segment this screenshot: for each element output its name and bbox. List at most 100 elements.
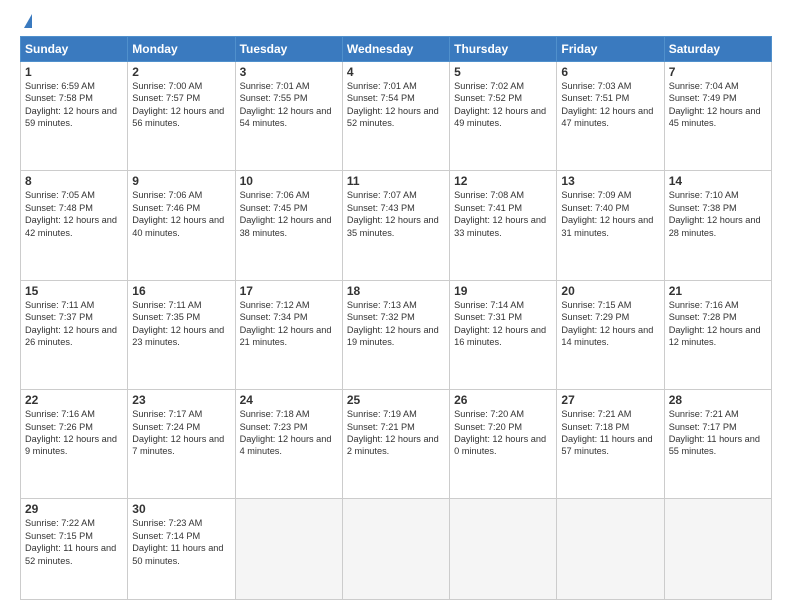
- day-number: 19: [454, 284, 552, 298]
- day-number: 13: [561, 174, 659, 188]
- day-number: 1: [25, 65, 123, 79]
- day-info: Sunrise: 7:11 AMSunset: 7:37 PMDaylight:…: [25, 299, 123, 349]
- day-info: Sunrise: 7:11 AMSunset: 7:35 PMDaylight:…: [132, 299, 230, 349]
- day-info: Sunrise: 7:21 AMSunset: 7:17 PMDaylight:…: [669, 408, 767, 458]
- calendar-cell: 30Sunrise: 7:23 AMSunset: 7:14 PMDayligh…: [128, 499, 235, 600]
- day-number: 14: [669, 174, 767, 188]
- day-info: Sunrise: 7:13 AMSunset: 7:32 PMDaylight:…: [347, 299, 445, 349]
- logo-text: [20, 16, 32, 28]
- day-number: 9: [132, 174, 230, 188]
- day-number: 6: [561, 65, 659, 79]
- col-header-friday: Friday: [557, 37, 664, 62]
- calendar-cell: 28Sunrise: 7:21 AMSunset: 7:17 PMDayligh…: [664, 390, 771, 499]
- day-number: 20: [561, 284, 659, 298]
- day-info: Sunrise: 7:03 AMSunset: 7:51 PMDaylight:…: [561, 80, 659, 130]
- day-info: Sunrise: 7:09 AMSunset: 7:40 PMDaylight:…: [561, 189, 659, 239]
- calendar-cell: 22Sunrise: 7:16 AMSunset: 7:26 PMDayligh…: [21, 390, 128, 499]
- calendar-cell: 18Sunrise: 7:13 AMSunset: 7:32 PMDayligh…: [342, 280, 449, 389]
- calendar-cell: 12Sunrise: 7:08 AMSunset: 7:41 PMDayligh…: [450, 171, 557, 280]
- calendar-cell: 6Sunrise: 7:03 AMSunset: 7:51 PMDaylight…: [557, 62, 664, 171]
- day-number: 23: [132, 393, 230, 407]
- calendar-cell: 20Sunrise: 7:15 AMSunset: 7:29 PMDayligh…: [557, 280, 664, 389]
- col-header-sunday: Sunday: [21, 37, 128, 62]
- day-info: Sunrise: 7:19 AMSunset: 7:21 PMDaylight:…: [347, 408, 445, 458]
- col-header-wednesday: Wednesday: [342, 37, 449, 62]
- day-number: 2: [132, 65, 230, 79]
- logo: [20, 16, 32, 26]
- calendar-cell: 24Sunrise: 7:18 AMSunset: 7:23 PMDayligh…: [235, 390, 342, 499]
- col-header-saturday: Saturday: [664, 37, 771, 62]
- day-number: 27: [561, 393, 659, 407]
- calendar-cell: 16Sunrise: 7:11 AMSunset: 7:35 PMDayligh…: [128, 280, 235, 389]
- day-info: Sunrise: 7:00 AMSunset: 7:57 PMDaylight:…: [132, 80, 230, 130]
- calendar-cell: [450, 499, 557, 600]
- calendar-cell: 27Sunrise: 7:21 AMSunset: 7:18 PMDayligh…: [557, 390, 664, 499]
- day-number: 21: [669, 284, 767, 298]
- calendar-cell: [664, 499, 771, 600]
- day-info: Sunrise: 7:01 AMSunset: 7:54 PMDaylight:…: [347, 80, 445, 130]
- calendar-week-row: 22Sunrise: 7:16 AMSunset: 7:26 PMDayligh…: [21, 390, 772, 499]
- calendar-cell: 1Sunrise: 6:59 AMSunset: 7:58 PMDaylight…: [21, 62, 128, 171]
- calendar-cell: [235, 499, 342, 600]
- calendar-cell: 21Sunrise: 7:16 AMSunset: 7:28 PMDayligh…: [664, 280, 771, 389]
- calendar-cell: 14Sunrise: 7:10 AMSunset: 7:38 PMDayligh…: [664, 171, 771, 280]
- day-info: Sunrise: 7:04 AMSunset: 7:49 PMDaylight:…: [669, 80, 767, 130]
- calendar-cell: 8Sunrise: 7:05 AMSunset: 7:48 PMDaylight…: [21, 171, 128, 280]
- col-header-tuesday: Tuesday: [235, 37, 342, 62]
- day-number: 16: [132, 284, 230, 298]
- calendar-cell: 4Sunrise: 7:01 AMSunset: 7:54 PMDaylight…: [342, 62, 449, 171]
- day-number: 7: [669, 65, 767, 79]
- calendar-cell: 19Sunrise: 7:14 AMSunset: 7:31 PMDayligh…: [450, 280, 557, 389]
- day-info: Sunrise: 7:14 AMSunset: 7:31 PMDaylight:…: [454, 299, 552, 349]
- day-number: 3: [240, 65, 338, 79]
- day-info: Sunrise: 7:17 AMSunset: 7:24 PMDaylight:…: [132, 408, 230, 458]
- day-info: Sunrise: 7:15 AMSunset: 7:29 PMDaylight:…: [561, 299, 659, 349]
- day-number: 24: [240, 393, 338, 407]
- day-info: Sunrise: 7:23 AMSunset: 7:14 PMDaylight:…: [132, 517, 230, 567]
- day-info: Sunrise: 7:12 AMSunset: 7:34 PMDaylight:…: [240, 299, 338, 349]
- logo-triangle-icon: [24, 14, 32, 28]
- day-info: Sunrise: 7:01 AMSunset: 7:55 PMDaylight:…: [240, 80, 338, 130]
- day-number: 28: [669, 393, 767, 407]
- day-number: 8: [25, 174, 123, 188]
- day-info: Sunrise: 7:16 AMSunset: 7:28 PMDaylight:…: [669, 299, 767, 349]
- day-number: 12: [454, 174, 552, 188]
- day-info: Sunrise: 7:07 AMSunset: 7:43 PMDaylight:…: [347, 189, 445, 239]
- page: SundayMondayTuesdayWednesdayThursdayFrid…: [0, 0, 792, 612]
- calendar-cell: 11Sunrise: 7:07 AMSunset: 7:43 PMDayligh…: [342, 171, 449, 280]
- day-info: Sunrise: 7:06 AMSunset: 7:46 PMDaylight:…: [132, 189, 230, 239]
- header: [20, 16, 772, 26]
- day-info: Sunrise: 7:08 AMSunset: 7:41 PMDaylight:…: [454, 189, 552, 239]
- day-info: Sunrise: 7:02 AMSunset: 7:52 PMDaylight:…: [454, 80, 552, 130]
- calendar-cell: 2Sunrise: 7:00 AMSunset: 7:57 PMDaylight…: [128, 62, 235, 171]
- day-number: 25: [347, 393, 445, 407]
- calendar-cell: 9Sunrise: 7:06 AMSunset: 7:46 PMDaylight…: [128, 171, 235, 280]
- day-number: 17: [240, 284, 338, 298]
- calendar-table: SundayMondayTuesdayWednesdayThursdayFrid…: [20, 36, 772, 600]
- calendar-cell: 29Sunrise: 7:22 AMSunset: 7:15 PMDayligh…: [21, 499, 128, 600]
- day-info: Sunrise: 7:18 AMSunset: 7:23 PMDaylight:…: [240, 408, 338, 458]
- calendar-cell: 13Sunrise: 7:09 AMSunset: 7:40 PMDayligh…: [557, 171, 664, 280]
- col-header-thursday: Thursday: [450, 37, 557, 62]
- calendar-cell: 10Sunrise: 7:06 AMSunset: 7:45 PMDayligh…: [235, 171, 342, 280]
- calendar-cell: 26Sunrise: 7:20 AMSunset: 7:20 PMDayligh…: [450, 390, 557, 499]
- day-info: Sunrise: 7:20 AMSunset: 7:20 PMDaylight:…: [454, 408, 552, 458]
- day-info: Sunrise: 7:10 AMSunset: 7:38 PMDaylight:…: [669, 189, 767, 239]
- calendar-cell: 7Sunrise: 7:04 AMSunset: 7:49 PMDaylight…: [664, 62, 771, 171]
- calendar-cell: 23Sunrise: 7:17 AMSunset: 7:24 PMDayligh…: [128, 390, 235, 499]
- day-info: Sunrise: 7:16 AMSunset: 7:26 PMDaylight:…: [25, 408, 123, 458]
- calendar-cell: 17Sunrise: 7:12 AMSunset: 7:34 PMDayligh…: [235, 280, 342, 389]
- day-info: Sunrise: 7:05 AMSunset: 7:48 PMDaylight:…: [25, 189, 123, 239]
- col-header-monday: Monday: [128, 37, 235, 62]
- day-info: Sunrise: 7:22 AMSunset: 7:15 PMDaylight:…: [25, 517, 123, 567]
- day-number: 15: [25, 284, 123, 298]
- calendar-header-row: SundayMondayTuesdayWednesdayThursdayFrid…: [21, 37, 772, 62]
- day-number: 4: [347, 65, 445, 79]
- calendar-cell: [557, 499, 664, 600]
- calendar-cell: 25Sunrise: 7:19 AMSunset: 7:21 PMDayligh…: [342, 390, 449, 499]
- day-number: 10: [240, 174, 338, 188]
- day-info: Sunrise: 7:21 AMSunset: 7:18 PMDaylight:…: [561, 408, 659, 458]
- calendar-week-row: 8Sunrise: 7:05 AMSunset: 7:48 PMDaylight…: [21, 171, 772, 280]
- calendar-cell: [342, 499, 449, 600]
- day-number: 22: [25, 393, 123, 407]
